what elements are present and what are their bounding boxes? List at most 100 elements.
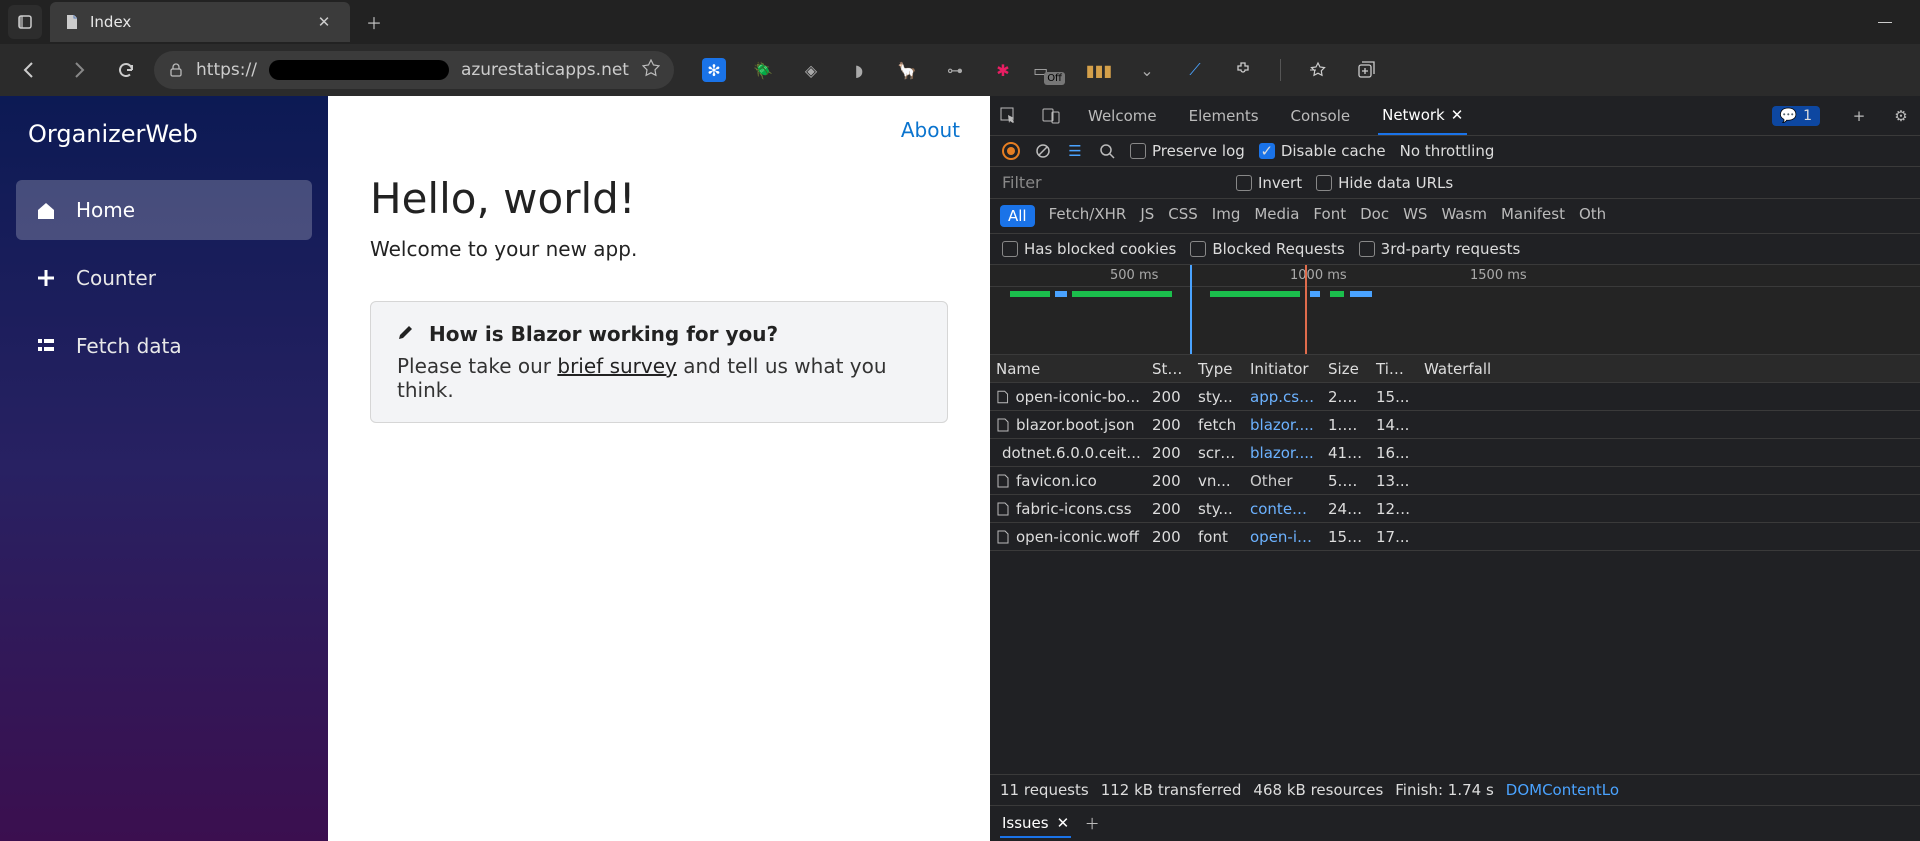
address-bar: https:// azurestaticapps.net ✻ 🪲 ◈ ◗ 🦙 ⊶… xyxy=(0,44,1920,96)
request-table: Name Sta... Type Initiator Size Time Wat… xyxy=(990,355,1920,774)
type-filter-img[interactable]: Img xyxy=(1212,205,1241,227)
devtools: Welcome Elements Console Network✕ 💬 1 + … xyxy=(990,96,1920,841)
tab-elements[interactable]: Elements xyxy=(1185,107,1263,125)
type-filter-doc[interactable]: Doc xyxy=(1360,205,1389,227)
th-status[interactable]: Sta... xyxy=(1146,360,1192,378)
filter-input[interactable] xyxy=(1002,173,1222,192)
url-box[interactable]: https:// azurestaticapps.net xyxy=(154,51,674,89)
type-filter-font[interactable]: Font xyxy=(1313,205,1346,227)
th-water[interactable]: Waterfall xyxy=(1418,360,1920,378)
preserve-log-checkbox[interactable]: Preserve log xyxy=(1130,142,1245,160)
more-tabs-icon[interactable]: + xyxy=(1850,107,1868,125)
disable-cache-checkbox[interactable]: ✓Disable cache xyxy=(1259,142,1386,160)
th-init[interactable]: Initiator xyxy=(1244,360,1322,378)
add-drawer-tab-icon[interactable]: ＋ xyxy=(1083,815,1101,833)
tab-actions-icon[interactable] xyxy=(8,5,42,39)
page-main: About Hello, world! Welcome to your new … xyxy=(328,96,990,841)
type-filter-other[interactable]: Oth xyxy=(1579,205,1606,227)
survey-link[interactable]: brief survey xyxy=(557,354,676,378)
type-filter-wasm[interactable]: Wasm xyxy=(1441,205,1487,227)
reload-button[interactable] xyxy=(106,50,146,90)
type-filter-js[interactable]: JS xyxy=(1140,205,1154,227)
ext-moon-icon[interactable]: ◗ xyxy=(848,59,870,81)
th-name[interactable]: Name xyxy=(990,360,1146,378)
inspect-icon[interactable] xyxy=(1000,107,1018,125)
forward-button[interactable] xyxy=(58,50,98,90)
file-icon xyxy=(996,502,1010,516)
tab-network[interactable]: Network✕ xyxy=(1378,96,1467,135)
device-icon[interactable] xyxy=(1042,107,1060,125)
ext-flower-icon[interactable]: ✱ xyxy=(992,59,1014,81)
table-row[interactable]: open-iconic.woff200fontopen-ic...15....1… xyxy=(990,523,1920,551)
ext-snowflake-icon[interactable]: ✻ xyxy=(702,58,726,82)
favorite-icon[interactable] xyxy=(642,59,660,82)
table-header: Name Sta... Type Initiator Size Time Wat… xyxy=(990,355,1920,383)
ext-commit-icon[interactable]: ⊶ xyxy=(944,59,966,81)
type-filter-css[interactable]: CSS xyxy=(1168,205,1198,227)
minimize-icon[interactable] xyxy=(1878,22,1892,23)
pencil-icon xyxy=(397,322,415,346)
type-filter-ws[interactable]: WS xyxy=(1403,205,1427,227)
drawer-tab-issues[interactable]: Issues✕ xyxy=(1000,810,1071,838)
extensions-icon[interactable] xyxy=(1232,59,1254,81)
table-row[interactable]: dotnet.6.0.0.ceit...200scri...blazor....… xyxy=(990,439,1920,467)
th-time[interactable]: Time xyxy=(1370,360,1418,378)
record-icon[interactable] xyxy=(1002,142,1020,160)
sidebar-item-home[interactable]: Home xyxy=(16,180,312,240)
table-row[interactable]: fabric-icons.css200sty...content...24...… xyxy=(990,495,1920,523)
search-icon[interactable] xyxy=(1098,142,1116,160)
ext-chevron-icon[interactable]: ⌄ xyxy=(1136,59,1158,81)
th-type[interactable]: Type xyxy=(1192,360,1244,378)
list-icon xyxy=(34,336,58,356)
back-button[interactable] xyxy=(10,50,50,90)
collections-icon[interactable] xyxy=(1355,59,1377,81)
type-filter-media[interactable]: Media xyxy=(1254,205,1299,227)
close-icon[interactable]: ✕ xyxy=(312,10,336,34)
filter-icon[interactable]: ☰ xyxy=(1066,142,1084,160)
ext-bug-icon[interactable]: 🪲 xyxy=(752,59,774,81)
devtools-tabs: Welcome Elements Console Network✕ 💬 1 + … xyxy=(990,96,1920,136)
issues-badge[interactable]: 💬 1 xyxy=(1772,106,1820,126)
clear-icon[interactable] xyxy=(1034,142,1052,160)
ext-page-icon[interactable]: ▭Off xyxy=(1040,59,1062,81)
settings-icon[interactable]: ⚙ xyxy=(1892,107,1910,125)
url-redacted xyxy=(269,60,449,80)
th-size[interactable]: Size xyxy=(1322,360,1370,378)
table-row[interactable]: blazor.boot.json200fetchblazor....1.8...… xyxy=(990,411,1920,439)
close-icon[interactable]: ✕ xyxy=(1451,106,1464,124)
ext-books-icon[interactable]: ▮▮▮ xyxy=(1088,59,1110,81)
blocked-cookies-checkbox[interactable]: Has blocked cookies xyxy=(1002,240,1176,258)
throttling-select[interactable]: No throttling xyxy=(1400,142,1495,160)
timeline[interactable]: 500 ms 1000 ms 1500 ms xyxy=(990,265,1920,355)
type-filter-all[interactable]: All xyxy=(1000,205,1035,227)
tab-strip: Index ✕ ＋ xyxy=(0,0,1920,44)
favorites-icon[interactable] xyxy=(1307,59,1329,81)
type-filter-fetch[interactable]: Fetch/XHR xyxy=(1049,205,1127,227)
sidebar-item-counter[interactable]: Counter xyxy=(16,248,312,308)
table-row[interactable]: open-iconic-bo...200sty...app.css:...2.1… xyxy=(990,383,1920,411)
tab-welcome[interactable]: Welcome xyxy=(1084,107,1161,125)
close-icon[interactable]: ✕ xyxy=(1057,814,1070,832)
type-filter-manifest[interactable]: Manifest xyxy=(1501,205,1565,227)
about-link[interactable]: About xyxy=(901,118,960,142)
survey-card: How is Blazor working for you? Please ta… xyxy=(370,301,948,423)
third-party-checkbox[interactable]: 3rd-party requests xyxy=(1359,240,1521,258)
summary-resources: 468 kB resources xyxy=(1253,781,1383,799)
ext-lama-icon[interactable]: 🦙 xyxy=(896,59,918,81)
table-row[interactable]: favicon.ico200vn...Other5.5...13... xyxy=(990,467,1920,495)
ext-slash-icon[interactable]: ⟋ xyxy=(1184,59,1206,81)
file-icon xyxy=(996,390,1009,404)
sidebar-item-fetch[interactable]: Fetch data xyxy=(16,316,312,376)
hide-data-urls-checkbox[interactable]: Hide data URLs xyxy=(1316,174,1453,192)
summary-transferred: 112 kB transferred xyxy=(1101,781,1242,799)
url-prefix: https:// xyxy=(196,60,257,80)
browser-tab[interactable]: Index ✕ xyxy=(50,2,350,42)
tab-console[interactable]: Console xyxy=(1287,107,1355,125)
new-tab-button[interactable]: ＋ xyxy=(362,10,386,34)
ext-shield-icon[interactable]: ◈ xyxy=(800,59,822,81)
sidebar-item-label: Home xyxy=(76,198,135,222)
type-filters: All Fetch/XHR JS CSS Img Media Font Doc … xyxy=(990,199,1920,234)
blocked-requests-checkbox[interactable]: Blocked Requests xyxy=(1190,240,1344,258)
invert-checkbox[interactable]: Invert xyxy=(1236,174,1302,192)
plus-icon xyxy=(34,268,58,288)
